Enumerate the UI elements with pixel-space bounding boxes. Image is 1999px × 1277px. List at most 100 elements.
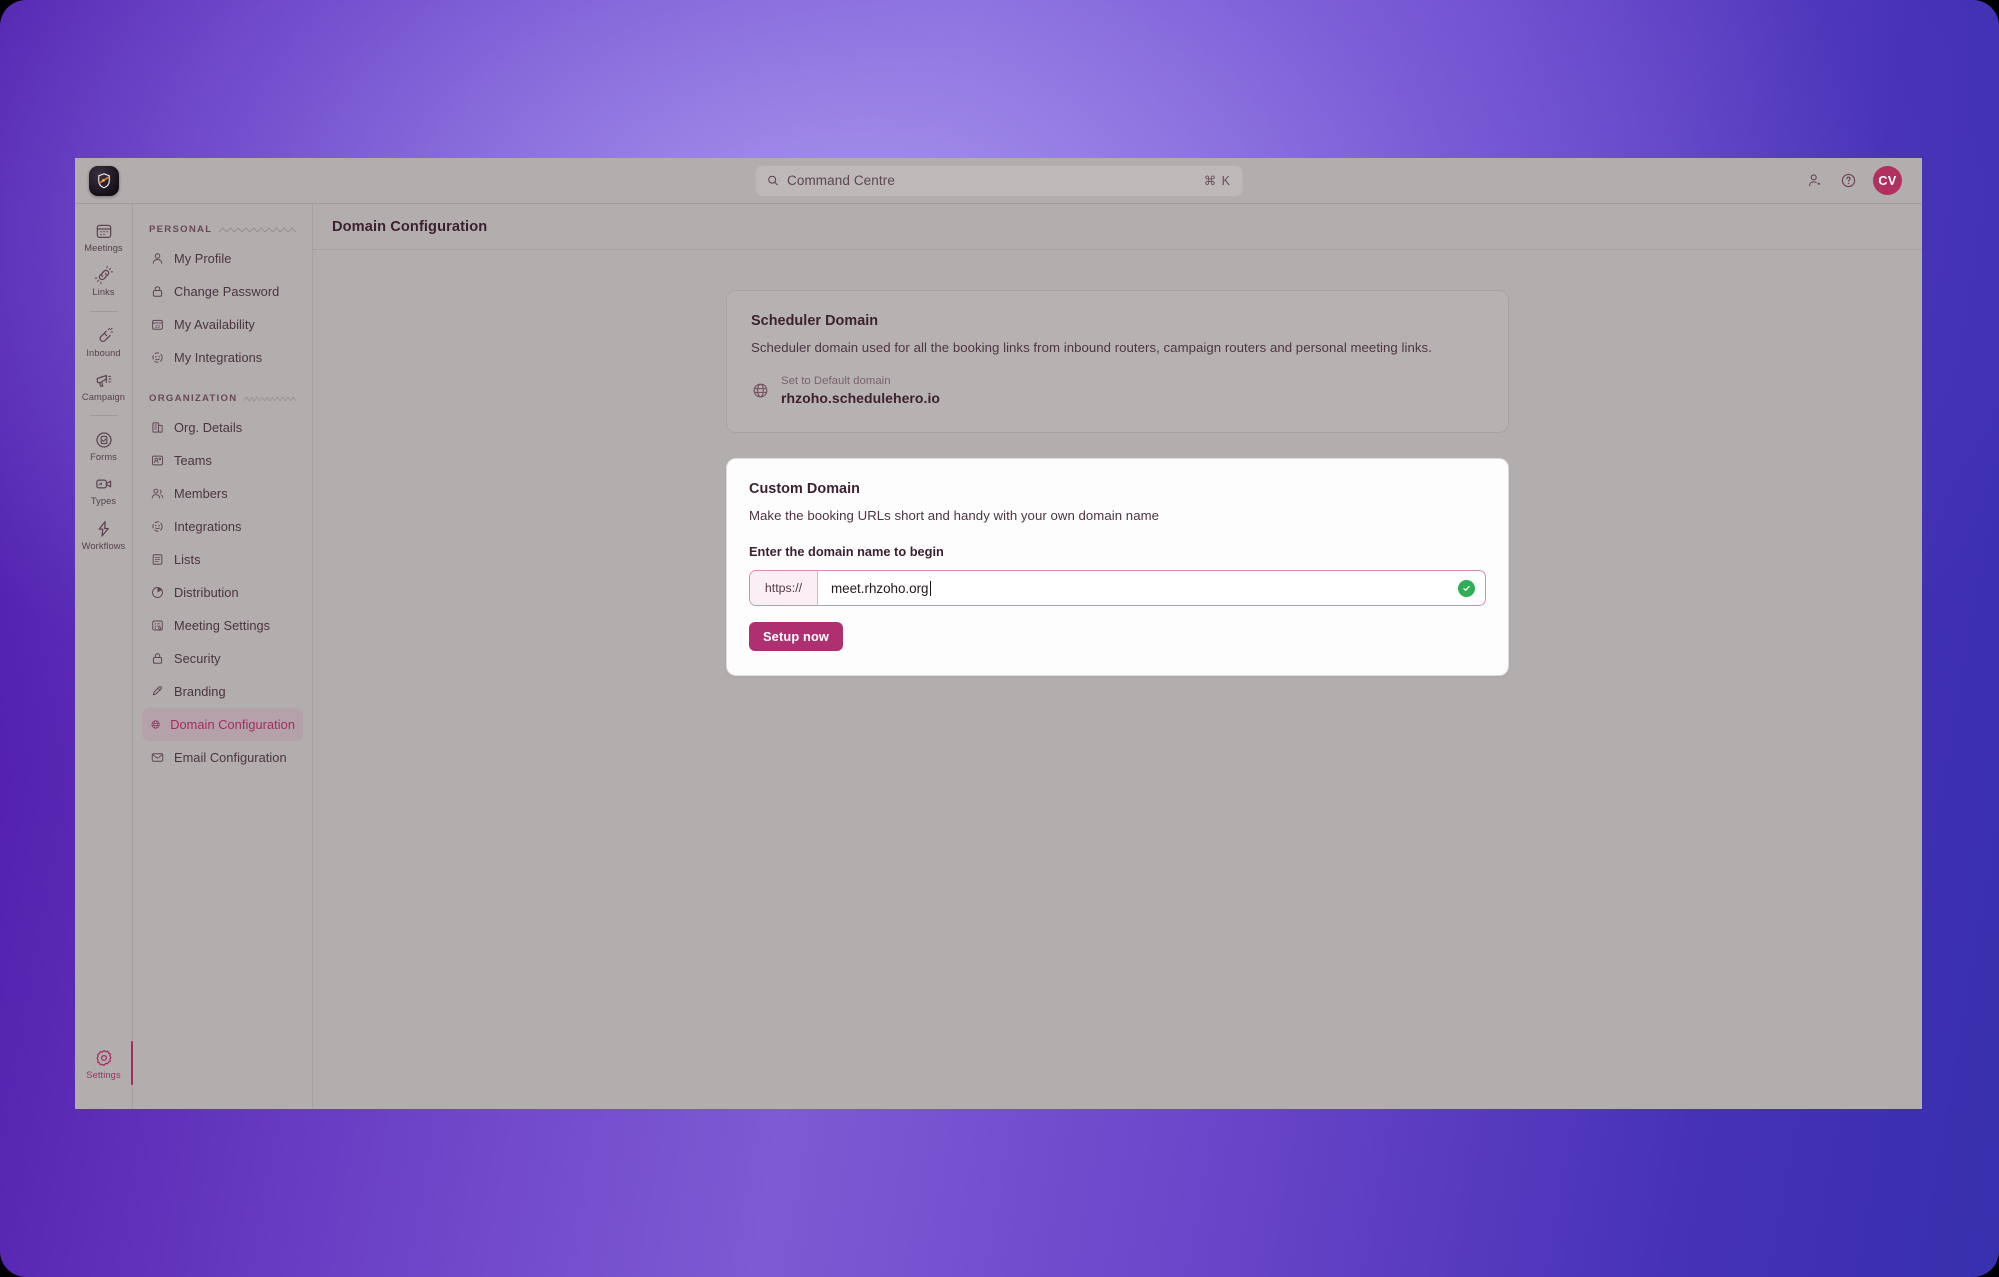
teams-icon bbox=[152, 455, 163, 466]
subnav-item-label: Lists bbox=[174, 552, 201, 567]
gear-icon bbox=[96, 1049, 111, 1066]
subnav-item-label: Integrations bbox=[174, 519, 242, 534]
custom-domain-card: Custom Domain Make the booking URLs shor… bbox=[726, 458, 1509, 676]
subnav-item-email-configuration[interactable]: Email Configuration bbox=[142, 741, 303, 774]
subnav-item-label: Org. Details bbox=[174, 420, 243, 435]
subnav-item-members[interactable]: Members bbox=[142, 477, 303, 510]
topbar-actions: CV bbox=[1807, 166, 1922, 195]
zigzag-divider-icon bbox=[219, 226, 296, 233]
svg-text:22: 22 bbox=[155, 324, 161, 329]
default-domain-row: Set to Default domain rhzoho.scheduleher… bbox=[751, 375, 1484, 406]
subnav-item-label: Change Password bbox=[174, 284, 280, 299]
subnav-item-my-integrations[interactable]: My Integrations bbox=[142, 341, 303, 374]
subnav-section-title: PERSONAL bbox=[149, 224, 213, 235]
domain-input-group[interactable]: https:// meet.rhzoho.org bbox=[749, 570, 1486, 606]
rail-active-indicator bbox=[131, 1041, 133, 1085]
rail-divider bbox=[89, 415, 118, 417]
subnav-item-my-availability[interactable]: 22 My Availability bbox=[142, 308, 303, 341]
command-centre-search[interactable]: Command Centre ⌘ K bbox=[755, 165, 1242, 196]
add-user-icon[interactable] bbox=[1807, 172, 1824, 189]
subnav-item-label: My Availability bbox=[174, 317, 255, 332]
calendar-date-icon: 22 bbox=[152, 319, 163, 330]
rail-item-types[interactable]: Types bbox=[77, 469, 131, 510]
lightning-icon bbox=[98, 520, 109, 537]
subnav-section-organization: ORGANIZATION bbox=[142, 387, 303, 411]
megaphone-icon bbox=[96, 374, 111, 387]
search-placeholder-text: Command Centre bbox=[787, 173, 895, 188]
rail-item-workflows[interactable]: Workflows bbox=[77, 514, 131, 555]
rail-item-label: Types bbox=[90, 496, 117, 507]
domain-field-label: Enter the domain name to begin bbox=[749, 544, 944, 559]
scheduler-domain-title: Scheduler Domain bbox=[751, 313, 879, 329]
main-header: Domain Configuration bbox=[313, 204, 1922, 250]
desktop-backdrop: Command Centre ⌘ K CV Meetings Links Inb… bbox=[0, 0, 1999, 1277]
check-circle-icon bbox=[1458, 579, 1475, 597]
rail-item-label: Links bbox=[92, 287, 115, 298]
integrations-icon bbox=[152, 352, 163, 363]
domain-input-value: meet.rhzoho.org bbox=[831, 580, 929, 596]
settings-subnav: PERSONAL My Profile Change Password 22 M… bbox=[133, 204, 313, 1109]
subnav-item-label: Teams bbox=[174, 453, 212, 468]
list-icon bbox=[152, 554, 163, 565]
rail-divider bbox=[89, 310, 118, 312]
subnav-item-change-password[interactable]: Change Password bbox=[142, 275, 303, 308]
custom-domain-description: Make the booking URLs short and handy wi… bbox=[749, 508, 1159, 523]
subnav-item-label: Members bbox=[174, 486, 228, 501]
subnav-item-label: Distribution bbox=[174, 585, 239, 600]
subnav-item-label: Meeting Settings bbox=[174, 618, 271, 633]
magnet-icon bbox=[99, 327, 113, 342]
subnav-item-teams[interactable]: Teams bbox=[142, 444, 303, 477]
rail-item-label: Settings bbox=[86, 1069, 121, 1080]
shield-emblem-logo-icon bbox=[98, 172, 110, 188]
subnav-item-distribution[interactable]: Distribution bbox=[142, 576, 303, 609]
rail-item-label: Workflows bbox=[81, 540, 126, 551]
scheduler-domain-description: Scheduler domain used for all the bookin… bbox=[751, 340, 1432, 355]
page-title: Domain Configuration bbox=[332, 218, 488, 235]
rail-item-links[interactable]: Links bbox=[77, 260, 131, 301]
subnav-item-domain-configuration[interactable]: Domain Configuration bbox=[142, 708, 303, 741]
rail-item-meetings[interactable]: Meetings bbox=[77, 216, 131, 257]
main-body: Scheduler Domain Scheduler domain used f… bbox=[313, 250, 1922, 1109]
app-logo-slot[interactable] bbox=[75, 158, 133, 204]
subnav-section-title: ORGANIZATION bbox=[149, 393, 238, 404]
brush-icon bbox=[152, 686, 162, 696]
avatar[interactable]: CV bbox=[1873, 166, 1902, 195]
subnav-item-my-profile[interactable]: My Profile bbox=[142, 242, 303, 275]
calendar-icon bbox=[96, 224, 111, 238]
default-domain-texts: Set to Default domain rhzoho.scheduleher… bbox=[781, 375, 940, 406]
subnav-item-org-details[interactable]: Org. Details bbox=[142, 411, 303, 444]
app-window: Command Centre ⌘ K CV Meetings Links Inb… bbox=[75, 158, 1922, 1109]
link-chain-icon bbox=[94, 266, 113, 285]
subnav-item-label: Email Configuration bbox=[174, 750, 287, 765]
help-circle-icon[interactable] bbox=[1840, 172, 1857, 189]
rail-item-inbound[interactable]: Inbound bbox=[77, 321, 131, 362]
default-domain-caption: Set to Default domain bbox=[781, 375, 891, 387]
subnav-item-label: Security bbox=[174, 651, 221, 666]
subnav-item-meeting-settings[interactable]: Meeting Settings bbox=[142, 609, 303, 642]
shield-emblem-logo[interactable] bbox=[89, 165, 119, 196]
lock-icon bbox=[152, 653, 163, 664]
rail-item-label: Campaign bbox=[81, 391, 126, 402]
rail-item-label: Forms bbox=[90, 452, 117, 463]
subnav-item-label: Domain Configuration bbox=[170, 717, 295, 732]
domain-name-input[interactable]: meet.rhzoho.org bbox=[818, 571, 1458, 605]
user-icon bbox=[152, 253, 163, 264]
video-camera-icon bbox=[95, 480, 111, 489]
rail-item-campaign[interactable]: Campaign bbox=[77, 365, 131, 406]
search-icon bbox=[767, 175, 778, 186]
envelope-icon bbox=[151, 753, 164, 762]
primary-nav-rail: Meetings Links Inbound Campaign Forms Ty… bbox=[75, 204, 133, 1109]
search-shortcut-hint: ⌘ K bbox=[1203, 174, 1231, 188]
subnav-item-lists[interactable]: Lists bbox=[142, 543, 303, 576]
subnav-item-security[interactable]: Security bbox=[142, 642, 303, 675]
rail-item-settings[interactable]: Settings bbox=[77, 1043, 131, 1084]
globe-icon bbox=[151, 720, 160, 729]
form-icon bbox=[95, 432, 112, 448]
setup-now-button[interactable]: Setup now bbox=[749, 622, 844, 651]
pie-chart-icon bbox=[152, 587, 163, 598]
subnav-item-label: Branding bbox=[174, 684, 226, 699]
default-domain-value: rhzoho.schedulehero.io bbox=[781, 390, 941, 406]
subnav-item-branding[interactable]: Branding bbox=[142, 675, 303, 708]
subnav-item-integrations[interactable]: Integrations bbox=[142, 510, 303, 543]
rail-item-forms[interactable]: Forms bbox=[77, 425, 131, 466]
